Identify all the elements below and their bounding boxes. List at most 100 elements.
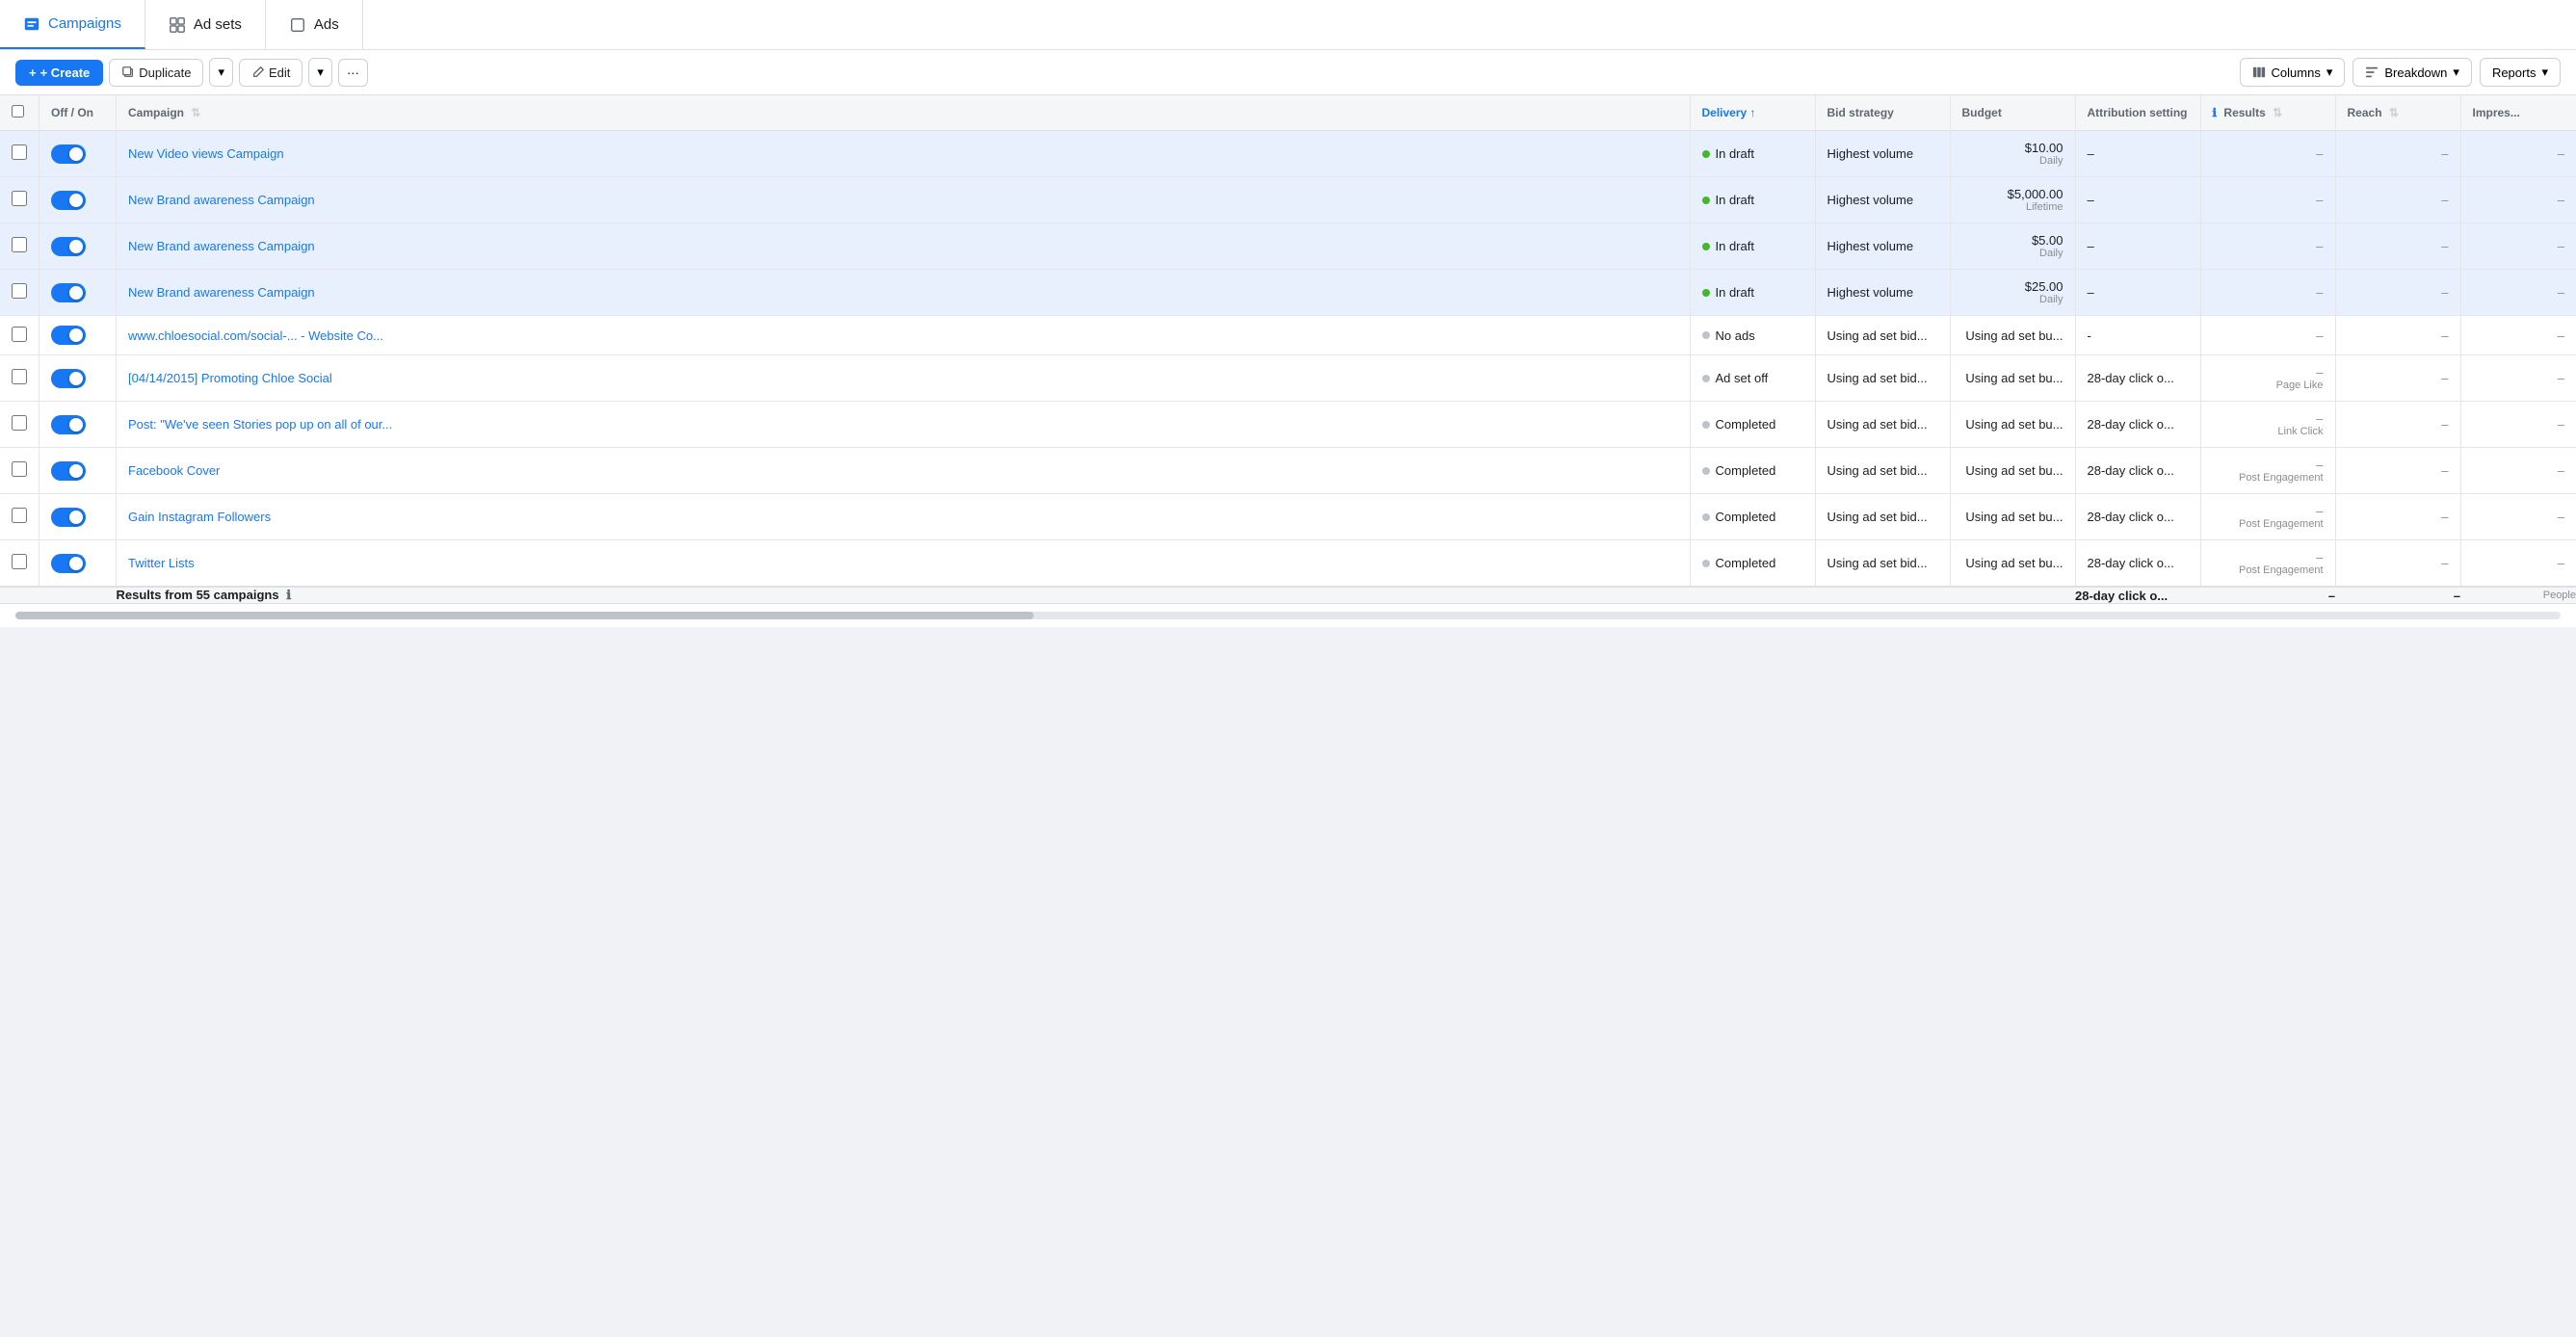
row-impressions-cell: –	[2460, 540, 2576, 588]
row-campaign-cell: Post: "We've seen Stories pop up on all …	[117, 402, 1691, 448]
row-impressions-cell: –	[2460, 316, 2576, 355]
row-checkbox[interactable]	[12, 554, 27, 569]
impressions-value: –	[2558, 146, 2564, 161]
duplicate-dropdown-button[interactable]: ▾	[209, 58, 233, 87]
toggle-container	[51, 237, 104, 256]
row-budget-cell: $25.00Daily	[1950, 270, 2075, 316]
delivery-status: Completed	[1702, 556, 1803, 570]
row-reach-cell: –	[2335, 355, 2460, 402]
tab-campaigns[interactable]: Campaigns	[0, 0, 145, 49]
row-bid-cell: Using ad set bid...	[1815, 316, 1950, 355]
row-toggle[interactable]	[51, 191, 86, 210]
delivery-label: In draft	[1716, 239, 1754, 253]
create-button[interactable]: + + Create	[15, 60, 103, 86]
header-campaign[interactable]: Campaign ⇅	[117, 95, 1691, 131]
row-checkbox-cell	[0, 316, 39, 355]
duplicate-icon	[121, 66, 135, 79]
row-toggle-cell	[39, 540, 117, 588]
delivery-dot	[1702, 560, 1710, 567]
delivery-status: In draft	[1702, 146, 1803, 161]
footer-reach: –	[2335, 587, 2460, 603]
row-toggle-cell	[39, 316, 117, 355]
campaign-name-link[interactable]: [04/14/2015] Promoting Chloe Social	[128, 371, 332, 385]
delivery-status: In draft	[1702, 285, 1803, 300]
campaign-name-link[interactable]: New Video views Campaign	[128, 146, 284, 161]
row-checkbox[interactable]	[12, 191, 27, 206]
header-delivery[interactable]: Delivery ↑	[1690, 95, 1815, 131]
row-checkbox[interactable]	[12, 144, 27, 160]
delivery-dot	[1702, 467, 1710, 475]
delivery-dot	[1702, 289, 1710, 297]
results-info-icon[interactable]: ℹ	[2213, 106, 2218, 119]
footer-info-icon[interactable]: ℹ	[286, 588, 291, 602]
horizontal-scrollbar[interactable]	[0, 603, 2576, 627]
results-sub: Post Engagement	[2213, 564, 2324, 576]
impressions-value: –	[2558, 510, 2564, 524]
tab-campaigns-label: Campaigns	[48, 15, 121, 32]
duplicate-button[interactable]: Duplicate	[109, 59, 203, 87]
toggle-container	[51, 554, 104, 573]
budget-amount: Using ad set bu...	[1962, 510, 2063, 524]
edit-button[interactable]: Edit	[239, 59, 302, 87]
table-row: [04/14/2015] Promoting Chloe SocialAd se…	[0, 355, 2576, 402]
reach-value: –	[2441, 510, 2448, 524]
campaign-name-link[interactable]: www.chloesocial.com/social-... - Website…	[128, 328, 383, 343]
delivery-status: In draft	[1702, 193, 1803, 207]
more-button[interactable]: ···	[338, 59, 368, 87]
create-plus-icon: +	[29, 66, 37, 80]
row-toggle[interactable]	[51, 144, 86, 164]
campaign-name-link[interactable]: New Brand awareness Campaign	[128, 193, 315, 207]
footer-campaign: Results from 55 campaigns ℹ	[117, 587, 1691, 603]
reach-value: –	[2441, 239, 2448, 253]
row-reach-cell: –	[2335, 402, 2460, 448]
row-delivery-cell: No ads	[1690, 316, 1815, 355]
row-checkbox[interactable]	[12, 283, 27, 299]
row-delivery-cell: Completed	[1690, 448, 1815, 494]
tab-adsets[interactable]: Ad sets	[145, 0, 266, 49]
row-campaign-cell: Facebook Cover	[117, 448, 1691, 494]
row-toggle-cell	[39, 223, 117, 270]
row-checkbox[interactable]	[12, 327, 27, 342]
columns-label: Columns	[2272, 66, 2321, 80]
row-toggle[interactable]	[51, 508, 86, 527]
columns-button[interactable]: Columns ▾	[2240, 58, 2346, 87]
header-attribution: Attribution setting	[2075, 95, 2200, 131]
row-toggle[interactable]	[51, 369, 86, 388]
header-results[interactable]: ℹ Results ⇅	[2200, 95, 2335, 131]
campaign-name-link[interactable]: Facebook Cover	[128, 463, 220, 478]
edit-dropdown-button[interactable]: ▾	[308, 58, 332, 87]
row-checkbox[interactable]	[12, 237, 27, 252]
row-toggle[interactable]	[51, 237, 86, 256]
tab-ads[interactable]: Ads	[266, 0, 363, 49]
header-reach[interactable]: Reach ⇅	[2335, 95, 2460, 131]
toolbar-right: Columns ▾ Breakdown ▾ Reports ▾	[2240, 58, 2561, 87]
footer-impressions-value: People	[2543, 590, 2576, 601]
scrollbar-thumb[interactable]	[15, 612, 1034, 619]
campaign-name-link[interactable]: Twitter Lists	[128, 556, 195, 570]
row-checkbox[interactable]	[12, 508, 27, 523]
row-checkbox[interactable]	[12, 369, 27, 384]
row-toggle[interactable]	[51, 415, 86, 434]
row-toggle[interactable]	[51, 283, 86, 302]
row-checkbox[interactable]	[12, 415, 27, 431]
more-label: ···	[347, 66, 359, 80]
tab-ads-label: Ads	[314, 16, 339, 33]
campaign-name-link[interactable]: Gain Instagram Followers	[128, 510, 271, 524]
row-toggle[interactable]	[51, 326, 86, 345]
reach-value: –	[2441, 193, 2448, 207]
table-row: Twitter ListsCompletedUsing ad set bid..…	[0, 540, 2576, 588]
table-row: Facebook CoverCompletedUsing ad set bid.…	[0, 448, 2576, 494]
header-checkbox[interactable]	[0, 95, 39, 131]
results-sub: Post Engagement	[2213, 472, 2324, 484]
select-all-checkbox[interactable]	[12, 105, 24, 118]
row-toggle[interactable]	[51, 461, 86, 481]
row-checkbox[interactable]	[12, 461, 27, 477]
row-toggle[interactable]	[51, 554, 86, 573]
reports-button[interactable]: Reports ▾	[2480, 58, 2561, 87]
breakdown-button[interactable]: Breakdown ▾	[2353, 58, 2472, 87]
results-sub: Page Like	[2213, 380, 2324, 391]
campaign-name-link[interactable]: New Brand awareness Campaign	[128, 285, 315, 300]
campaign-name-link[interactable]: New Brand awareness Campaign	[128, 239, 315, 253]
dropdown-arrow-icon: ▾	[218, 65, 224, 80]
campaign-name-link[interactable]: Post: "We've seen Stories pop up on all …	[128, 417, 392, 432]
